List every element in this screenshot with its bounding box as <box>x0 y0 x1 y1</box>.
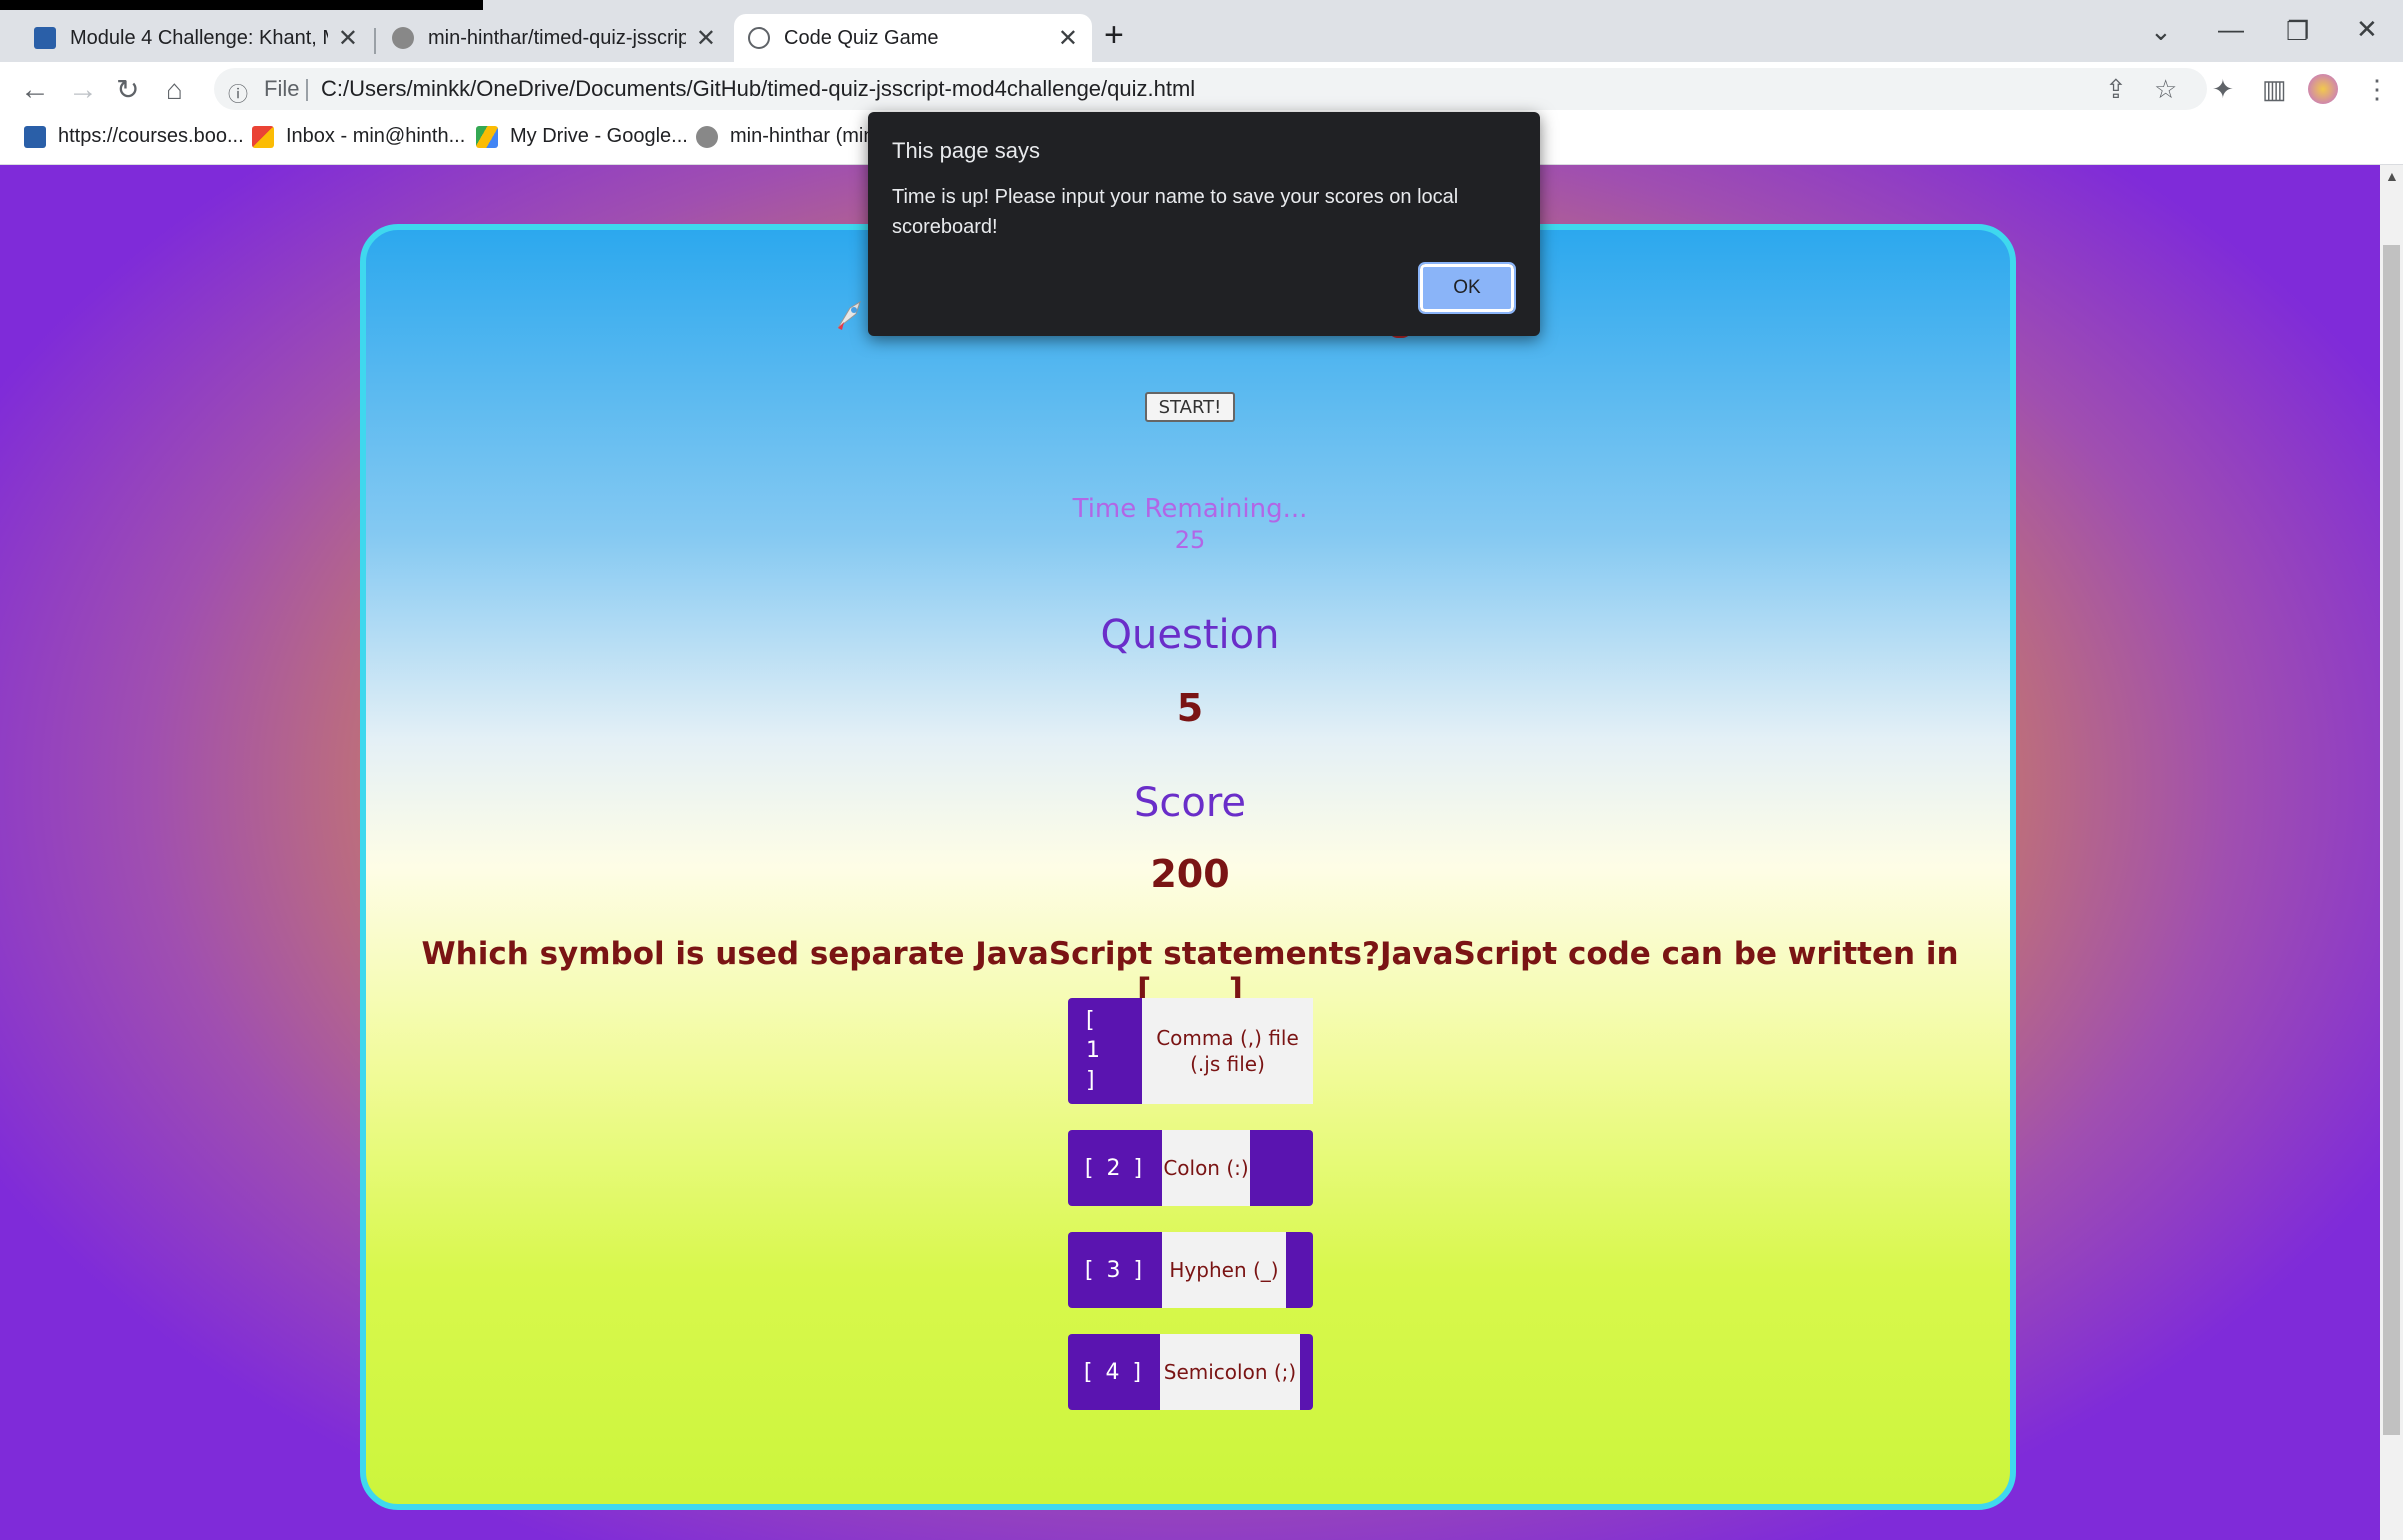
tab-github[interactable]: min-hinthar/timed-quiz-jsscript-m ✕ <box>378 14 730 62</box>
choice-button-1[interactable]: [ 1 ] Comma (,) file (.js file) <box>1068 998 1313 1104</box>
minimize-icon[interactable]: — <box>2218 14 2244 45</box>
window-top-edge <box>0 0 483 10</box>
question-number: 5 <box>1176 686 1204 730</box>
dialog-message: Time is up! Please input your name to sa… <box>892 186 1459 238</box>
choice-button-4[interactable]: [ 4 ] Semicolon (;) <box>1068 1334 1313 1410</box>
google-drive-icon <box>476 125 498 148</box>
gmail-icon <box>252 125 274 148</box>
choice-text: Hyphen (_) <box>1162 1232 1286 1308</box>
bookmark-label: Inbox - min@hinth... <box>286 125 466 147</box>
scroll-up-icon[interactable]: ▲ <box>2385 168 2399 184</box>
tab-strip: Module 4 Challenge: Khant, Min ✕ min-hin… <box>0 10 2403 62</box>
start-button[interactable]: START! <box>1145 392 1235 422</box>
address-separator <box>306 79 308 101</box>
bookmark-github[interactable]: min-hinthar (min <box>696 125 874 148</box>
choice-number: [ 4 ] <box>1083 1359 1145 1385</box>
ucla-icon <box>24 125 46 148</box>
file-scheme-label: File <box>264 76 300 101</box>
ucla-icon <box>34 27 56 49</box>
forward-icon[interactable]: → <box>68 72 98 108</box>
back-icon[interactable]: ← <box>20 72 50 108</box>
time-remaining-value: 25 <box>1174 526 1206 554</box>
share-icon[interactable]: ⇪ <box>2105 74 2127 105</box>
question-label: Question <box>1100 612 1280 658</box>
bookmark-drive[interactable]: My Drive - Google... <box>476 125 688 148</box>
new-tab-icon[interactable]: + <box>1104 18 1124 52</box>
side-panel-icon[interactable]: ▥ <box>2262 74 2287 105</box>
reload-icon[interactable]: ↻ <box>116 72 139 108</box>
github-icon <box>696 125 718 148</box>
rocket-icon <box>837 300 861 330</box>
score-label: Score <box>1133 780 1247 826</box>
choice-text: Comma (,) file (.js file) <box>1142 998 1313 1104</box>
ok-button[interactable]: OK <box>1418 262 1516 314</box>
scrollbar-thumb[interactable] <box>2383 245 2400 1435</box>
close-icon[interactable]: ✕ <box>1058 24 1078 53</box>
dialog-title: This page says <box>892 138 1040 163</box>
tab-title: Module 4 Challenge: Khant, Min <box>70 26 328 49</box>
choice-text: Colon (:) <box>1162 1130 1250 1206</box>
menu-icon[interactable]: ⋮ <box>2364 74 2390 105</box>
choice-number: [ 3 ] <box>1084 1257 1146 1283</box>
choice-text: Semicolon (;) <box>1160 1334 1300 1410</box>
url-text[interactable]: C:/Users/minkk/OneDrive/Documents/GitHub… <box>321 76 1195 102</box>
tab-separator <box>374 28 376 54</box>
tab-code-quiz[interactable]: Code Quiz Game ✕ <box>734 14 1092 62</box>
bookmark-inbox[interactable]: Inbox - min@hinth... <box>252 125 465 148</box>
restore-icon[interactable]: ❐ <box>2286 16 2309 47</box>
tab-module4[interactable]: Module 4 Challenge: Khant, Min ✕ <box>20 14 372 62</box>
choice-number: [ 1 ] <box>1086 1008 1103 1093</box>
tab-title: min-hinthar/timed-quiz-jsscript-m <box>428 26 686 49</box>
score-value: 200 <box>1150 852 1230 896</box>
home-icon[interactable]: ⌂ <box>166 72 183 108</box>
tab-search-icon[interactable]: ⌄ <box>2150 16 2172 47</box>
bookmark-label: min-hinthar (min <box>730 125 875 147</box>
close-icon[interactable]: ✕ <box>696 24 716 53</box>
info-icon[interactable]: ⓘ <box>228 78 248 107</box>
bookmark-label: https://courses.boo... <box>58 125 244 147</box>
globe-icon <box>748 27 770 49</box>
close-icon[interactable]: ✕ <box>338 24 358 53</box>
tab-title: Code Quiz Game <box>784 26 939 49</box>
profile-avatar[interactable] <box>2308 74 2338 104</box>
extensions-icon[interactable]: ✦ <box>2212 74 2234 105</box>
choice-button-2[interactable]: [ 2 ] Colon (:) <box>1068 1130 1313 1206</box>
choice-number: [ 2 ] <box>1084 1155 1146 1181</box>
bookmark-star-icon[interactable]: ☆ <box>2154 74 2177 105</box>
bookmark-label: My Drive - Google... <box>510 125 688 147</box>
choice-button-3[interactable]: [ 3 ] Hyphen (_) <box>1068 1232 1313 1308</box>
time-remaining-label: Time Remaining... <box>1072 494 1308 524</box>
github-icon <box>392 27 414 49</box>
bookmark-courses[interactable]: https://courses.boo... <box>24 125 244 148</box>
window-close-icon[interactable]: ✕ <box>2356 14 2378 45</box>
